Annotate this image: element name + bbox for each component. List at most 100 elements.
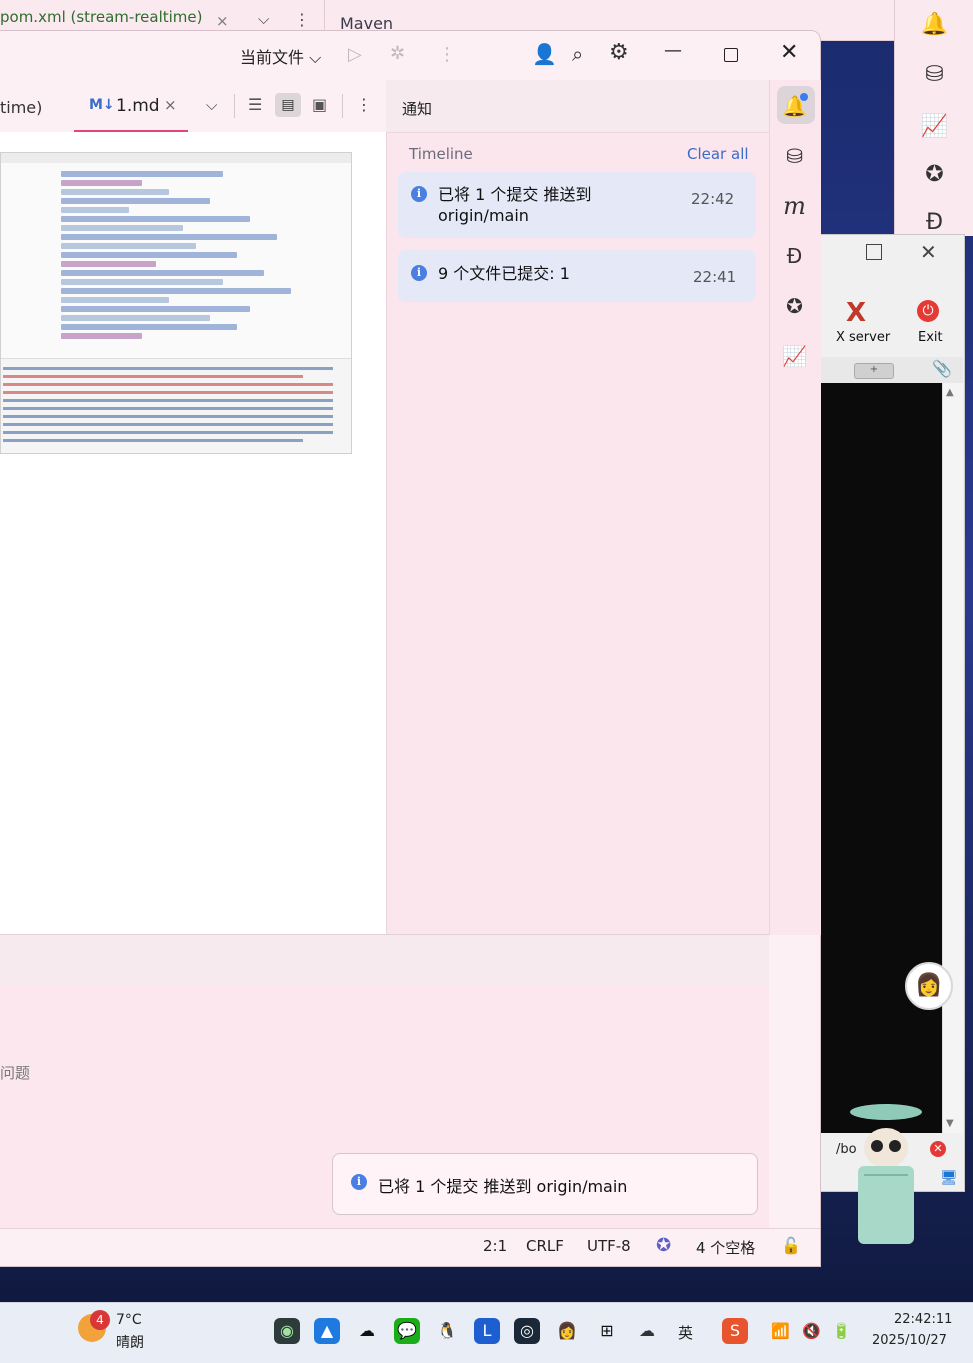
ai-star-icon[interactable]: ✪ — [769, 294, 820, 318]
tab-previous-file[interactable]: time) — [0, 98, 42, 117]
background-kebab-icon[interactable]: ⋮ — [294, 10, 310, 29]
taskbar-app-icon[interactable]: L — [474, 1318, 500, 1344]
background-tab-close-icon[interactable]: × — [216, 12, 229, 30]
d-icon[interactable]: Ð — [895, 210, 973, 235]
info-icon: i — [411, 265, 427, 281]
xserver-maximize-icon[interactable] — [866, 244, 882, 260]
ai-star-icon[interactable]: ✪ — [656, 1235, 671, 1256]
taskbar-app-icon[interactable]: ⊞ — [594, 1318, 620, 1344]
avatar[interactable]: 👩 — [905, 962, 953, 1010]
notifications-header — [386, 80, 769, 133]
indent-setting[interactable]: 4 个空格 — [696, 1237, 755, 1258]
notification-card[interactable]: i 9 个文件已提交: 1 22:41 — [398, 250, 756, 302]
xserver-scrollbar[interactable] — [942, 383, 963, 1133]
taskbar-cloud-icon[interactable]: ☁ — [634, 1318, 660, 1344]
notifications-title: 通知 — [402, 100, 433, 118]
run-icon[interactable]: ▷ — [348, 44, 362, 65]
timeline-label: Timeline — [409, 145, 473, 163]
right-tool-strip: 🔔 ⛁ 📈 ✪ Ð — [894, 0, 973, 236]
notification-text-line2: origin/main — [438, 206, 529, 225]
maven-icon[interactable]: m — [769, 192, 820, 220]
tabs-chevron-down-icon[interactable]: ⌵ — [206, 96, 217, 114]
weather-badge: 4 — [90, 1310, 110, 1330]
taskbar-app-icon[interactable]: ☁ — [354, 1318, 380, 1344]
chart-icon[interactable]: 📈 — [769, 344, 820, 368]
exit-label[interactable]: Exit — [918, 330, 943, 345]
file-encoding[interactable]: UTF-8 — [587, 1237, 631, 1255]
battery-icon[interactable]: 🔋 — [832, 1322, 851, 1340]
taskbar-avatar-icon[interactable]: 👩 — [554, 1318, 580, 1344]
xserver-close-icon[interactable]: ✕ — [920, 240, 937, 264]
paperclip-icon[interactable]: 📎 — [932, 359, 952, 378]
unread-dot — [800, 93, 808, 101]
scroll-up-icon[interactable]: ▲ — [946, 387, 954, 398]
xserver-close-red-icon[interactable]: ✕ — [930, 1141, 946, 1157]
weather-condition[interactable]: 晴朗 — [116, 1332, 144, 1352]
notification-text: 9 个文件已提交: 1 — [438, 264, 570, 283]
xserver-logo-icon[interactable]: X — [846, 298, 866, 328]
background-chevron-down-icon[interactable]: ⌵ — [258, 10, 269, 28]
scroll-down-icon[interactable]: ▼ — [946, 1118, 954, 1129]
notification-card[interactable]: i 已将 1 个提交 推送到 origin/main 22:42 — [398, 172, 756, 238]
split-view-icon[interactable]: ▤ — [275, 93, 301, 117]
ime-indicator[interactable]: 英 — [678, 1322, 693, 1343]
database-icon[interactable]: ⛁ — [895, 62, 973, 87]
power-icon[interactable]: ⏻ — [917, 300, 939, 322]
xserver-terminal[interactable] — [820, 383, 942, 1133]
title-bar — [0, 30, 820, 80]
editor-only-view-icon[interactable]: ☰ — [248, 95, 262, 114]
tab-close-icon[interactable]: × — [164, 96, 177, 114]
bottom-panel-header — [0, 934, 769, 988]
weather-temperature[interactable]: 7°C — [116, 1312, 142, 1328]
gear-icon[interactable]: ⚙ — [609, 40, 629, 65]
cursor-position[interactable]: 2:1 — [483, 1237, 507, 1255]
taskbar-app-icon[interactable]: S — [722, 1318, 748, 1344]
volume-muted-icon[interactable]: 🔇 — [802, 1322, 821, 1340]
embedded-log-output — [1, 358, 351, 453]
notification-text: 已将 1 个提交 推送到 origin/main — [438, 184, 591, 226]
problems-text: 问题 — [0, 1064, 31, 1082]
embedded-screenshot-toolbar — [1, 153, 351, 163]
bell-icon[interactable]: 🔔 — [895, 12, 973, 37]
clear-all-link[interactable]: Clear all — [687, 145, 749, 163]
taskbar-steam-icon[interactable]: ◎ — [514, 1318, 540, 1344]
minimize-button[interactable]: — — [664, 40, 682, 61]
lock-icon[interactable]: 🔓 — [781, 1236, 801, 1255]
add-user-icon[interactable]: 👤 — [532, 42, 557, 66]
database-icon[interactable]: ⛁ — [769, 144, 820, 168]
chart-icon[interactable]: 📈 — [895, 114, 973, 139]
search-icon[interactable]: ⌕ — [572, 42, 583, 66]
tab-1-md-label[interactable]: 1.md — [116, 96, 160, 116]
taskbar-photos-icon[interactable]: ▲ — [314, 1318, 340, 1344]
divider — [342, 94, 343, 118]
tabs-kebab-icon[interactable]: ⋮ — [356, 95, 372, 114]
d-icon[interactable]: Ð — [769, 244, 820, 268]
taskbar-qq-icon[interactable]: 🐧 — [434, 1318, 460, 1344]
debug-icon[interactable]: ✲ — [390, 43, 405, 64]
info-icon: i — [411, 186, 427, 202]
taskbar-app-icon[interactable]: ◉ — [274, 1318, 300, 1344]
line-ending[interactable]: CRLF — [526, 1237, 564, 1255]
maximize-button[interactable] — [724, 48, 738, 62]
editor-tab-bar — [0, 80, 386, 133]
ai-star-icon[interactable]: ✪ — [895, 162, 973, 187]
clock-time[interactable]: 22:42:11 — [894, 1312, 952, 1327]
wifi-icon[interactable]: 📶 — [771, 1322, 790, 1340]
background-tab-pom[interactable]: pom.xml (stream-realtime) — [0, 8, 203, 26]
close-button[interactable]: ✕ — [780, 40, 798, 65]
info-icon: i — [351, 1174, 367, 1190]
bell-icon[interactable]: 🔔 — [769, 94, 820, 118]
notification-time: 22:41 — [693, 268, 737, 286]
monitor-icon[interactable]: 🖥 — [940, 1170, 958, 1186]
xserver-label[interactable]: X server — [836, 330, 890, 345]
markdown-icon: M↓ — [89, 97, 115, 113]
mascot-trash-can-icon — [850, 1104, 922, 1244]
preview-view-icon[interactable]: ▣ — [312, 95, 327, 114]
embedded-screenshot-image — [0, 152, 352, 454]
taskbar-wechat-icon[interactable]: 💬 — [394, 1318, 420, 1344]
run-scope-dropdown[interactable]: 当前文件 ⌵ — [240, 44, 321, 68]
clock-date[interactable]: 2025/10/27 — [872, 1333, 947, 1348]
toolbar-kebab-icon[interactable]: ⋮ — [438, 44, 456, 65]
embedded-code-block — [61, 171, 331, 342]
xserver-new-tab-button[interactable]: + — [854, 363, 894, 379]
